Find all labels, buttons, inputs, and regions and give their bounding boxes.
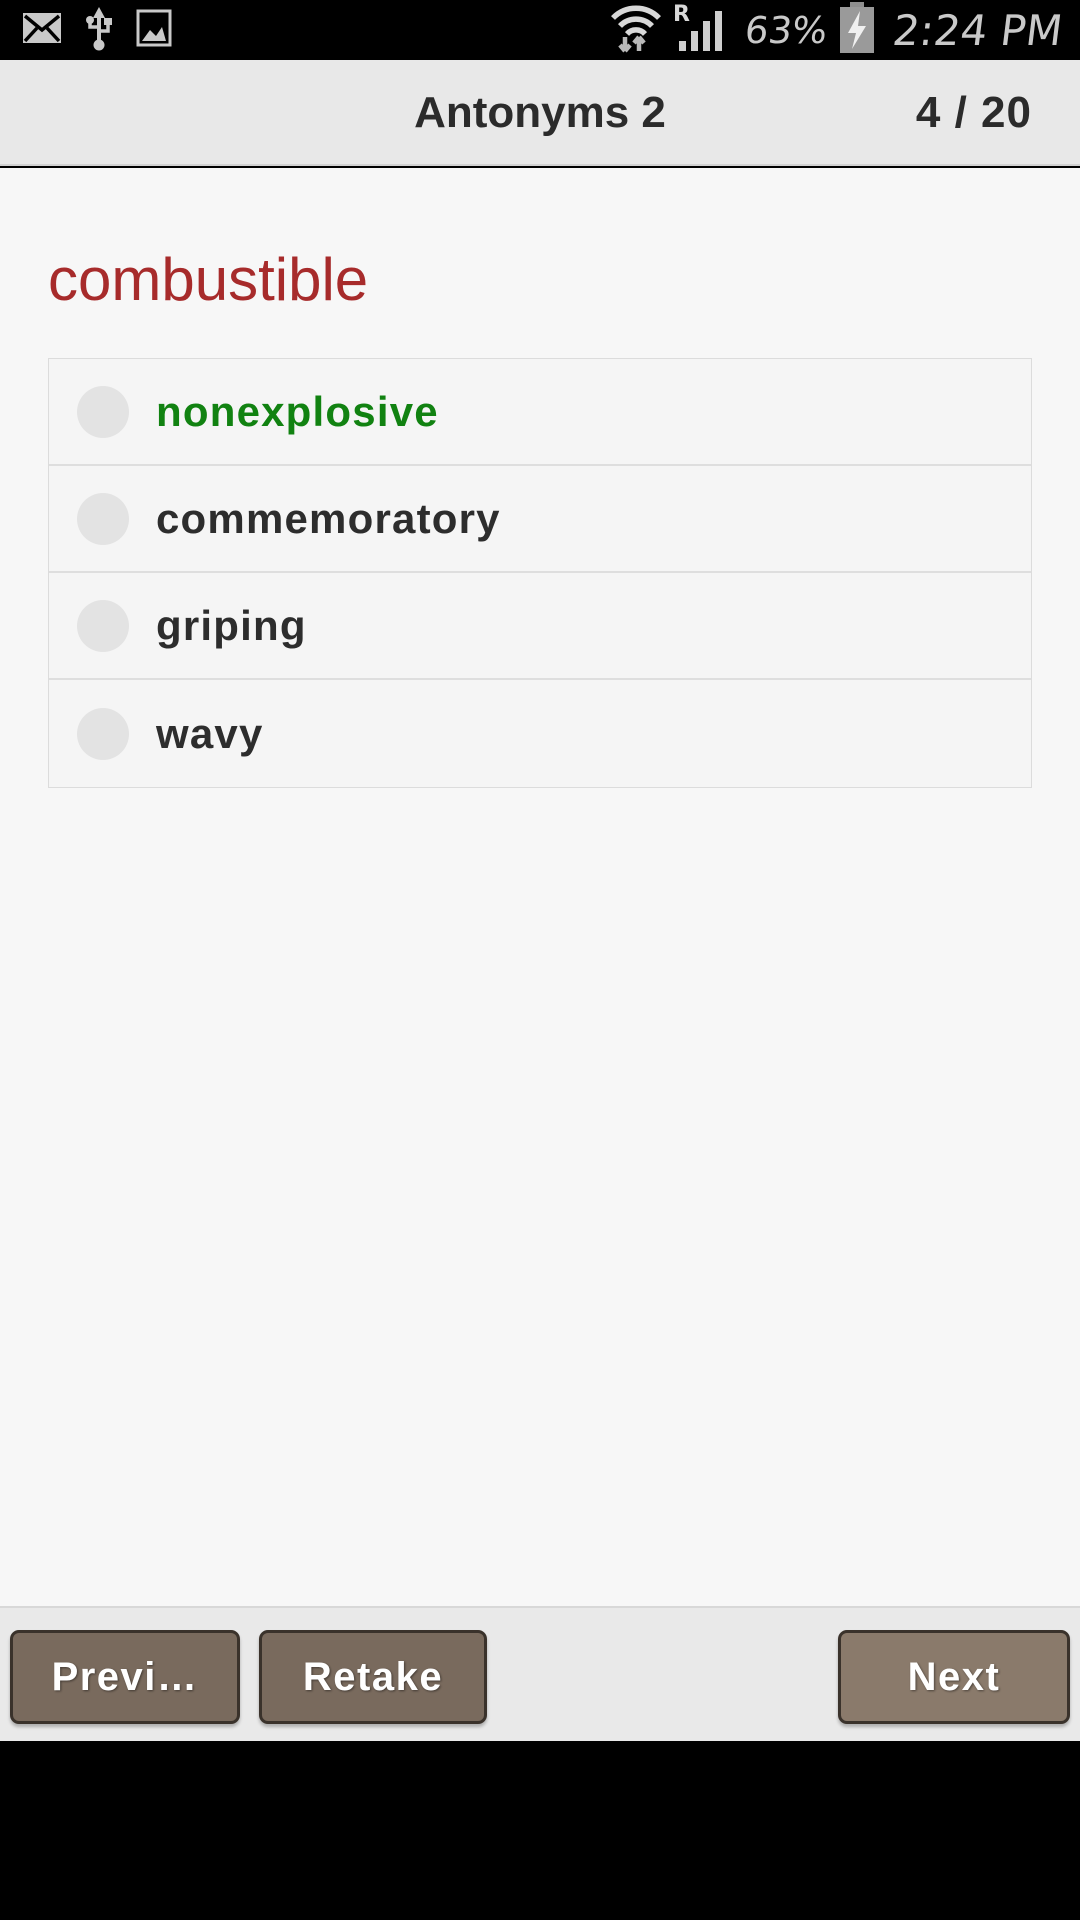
radio-button-icon[interactable] <box>77 385 129 438</box>
answer-option-3[interactable]: griping <box>49 573 1031 680</box>
roaming-signal-icon: R <box>673 1 735 60</box>
answer-option-4[interactable]: wavy <box>49 680 1031 787</box>
usb-icon <box>84 5 114 56</box>
status-bar: R 63% 2:24 PM <box>0 0 1080 60</box>
phone-screen: R 63% 2:24 PM Antonyms 2 4 / 20 combusti… <box>0 0 1080 1920</box>
status-bar-right-icons: R 63% 2:24 PM <box>609 1 1080 60</box>
charging-battery-icon <box>837 1 877 59</box>
answer-option-label: wavy <box>156 709 264 757</box>
status-bar-left-icons <box>0 5 172 56</box>
answer-option-1[interactable]: nonexplosive <box>49 359 1031 466</box>
wifi-updown-icon <box>609 1 663 60</box>
answer-option-2[interactable]: commemoratory <box>49 466 1031 573</box>
action-bar: Antonyms 2 4 / 20 <box>0 60 1080 166</box>
answer-option-label: commemoratory <box>156 494 501 542</box>
radio-button-icon[interactable] <box>77 707 129 760</box>
question-word: combustible <box>48 246 369 313</box>
radio-button-icon[interactable] <box>77 492 129 545</box>
quiz-content: combustible nonexplosive commemoratory g… <box>0 168 1080 1606</box>
previous-button[interactable]: Previ… <box>10 1630 240 1724</box>
question-counter: 4 / 20 <box>915 88 1032 137</box>
mail-icon <box>22 12 62 49</box>
retake-button[interactable]: Retake <box>259 1630 487 1724</box>
bottom-button-bar: Previ… Retake Next <box>0 1606 1080 1741</box>
radio-button-icon[interactable] <box>77 599 129 652</box>
answer-options-list: nonexplosive commemoratory griping wavy <box>48 358 1032 788</box>
battery-percent-label: 63% <box>741 8 830 52</box>
answer-option-label: nonexplosive <box>156 387 439 435</box>
screenshot-image-icon <box>136 9 172 52</box>
svg-text:R: R <box>673 2 690 27</box>
clock-label: 2:24 PM <box>889 5 1066 55</box>
navigation-footer <box>0 1741 1080 1920</box>
next-button[interactable]: Next <box>838 1630 1070 1724</box>
answer-option-label: griping <box>156 601 307 649</box>
